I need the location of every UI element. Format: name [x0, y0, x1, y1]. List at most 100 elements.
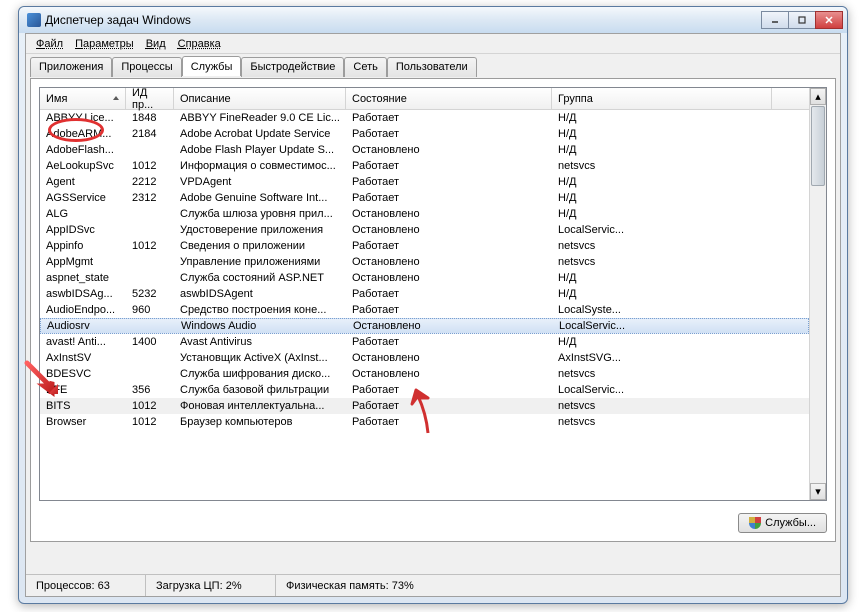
cell-state: Работает	[346, 288, 552, 300]
cell-desc: Служба шифрования диско...	[174, 368, 346, 380]
col-header-state[interactable]: Состояние	[346, 88, 552, 109]
cell-state: Работает	[346, 112, 552, 124]
col-header-description[interactable]: Описание	[174, 88, 346, 109]
table-row[interactable]: ABBYY.Lice...1848ABBYY FineReader 9.0 CE…	[40, 110, 809, 126]
tab-1[interactable]: Процессы	[112, 57, 181, 77]
table-header: Имя ИД пр... Описание Состояние Группа	[40, 88, 826, 110]
menu-view[interactable]: Вид	[140, 36, 172, 52]
cell-group: netsvcs	[552, 240, 772, 252]
cell-name: aspnet_state	[40, 272, 126, 284]
vertical-scrollbar[interactable]: ▴ ▾	[809, 88, 826, 500]
cell-state: Работает	[346, 192, 552, 204]
cell-pid: 5232	[126, 288, 174, 300]
tab-3[interactable]: Быстродействие	[241, 57, 344, 77]
cell-state: Работает	[346, 176, 552, 188]
tab-4[interactable]: Сеть	[344, 57, 386, 77]
cell-group: Н/Д	[552, 144, 772, 156]
maximize-button[interactable]	[788, 11, 816, 29]
cell-desc: Управление приложениями	[174, 256, 346, 268]
close-button[interactable]	[815, 11, 843, 29]
cell-name: Appinfo	[40, 240, 126, 252]
col-header-name[interactable]: Имя	[40, 88, 126, 109]
cell-state: Остановлено	[346, 272, 552, 284]
cell-group: Н/Д	[552, 288, 772, 300]
cell-state: Остановлено	[346, 144, 552, 156]
tab-2[interactable]: Службы	[182, 56, 242, 76]
cell-group: Н/Д	[552, 208, 772, 220]
table-row[interactable]: AGSService2312Adobe Genuine Software Int…	[40, 190, 809, 206]
cell-group: Н/Д	[552, 176, 772, 188]
cell-state: Работает	[346, 128, 552, 140]
table-row[interactable]: AdobeARM...2184Adobe Acrobat Update Serv…	[40, 126, 809, 142]
menu-file[interactable]: Файл	[30, 36, 69, 52]
table-row[interactable]: AxInstSVУстановщик ActiveX (AxInst...Ост…	[40, 350, 809, 366]
cell-desc: Adobe Flash Player Update S...	[174, 144, 346, 156]
app-icon	[27, 13, 41, 27]
cell-name: aswbIDSAg...	[40, 288, 126, 300]
cell-desc: Avast Antivirus	[174, 336, 346, 348]
cell-state: Работает	[346, 304, 552, 316]
cell-name: BDESVC	[40, 368, 126, 380]
table-row[interactable]: aswbIDSAg...5232aswbIDSAgentРаботаетН/Д	[40, 286, 809, 302]
cell-name: AxInstSV	[40, 352, 126, 364]
titlebar: Диспетчер задач Windows	[19, 7, 847, 33]
cell-pid: 960	[126, 304, 174, 316]
cell-group: netsvcs	[552, 256, 772, 268]
cell-group: LocalSyste...	[552, 304, 772, 316]
minimize-button[interactable]	[761, 11, 789, 29]
table-row[interactable]: AppIDSvcУдостоверение приложенияОстановл…	[40, 222, 809, 238]
cell-desc: Фоновая интеллектуальна...	[174, 400, 346, 412]
cell-desc: Adobe Acrobat Update Service	[174, 128, 346, 140]
cell-state: Работает	[346, 240, 552, 252]
status-memory: Физическая память: 73%	[276, 575, 840, 596]
col-header-pid[interactable]: ИД пр...	[126, 88, 174, 109]
menu-help[interactable]: Справка	[172, 36, 227, 52]
table-row[interactable]: AudiosrvWindows AudioОстановленоLocalSer…	[40, 318, 809, 334]
table-row[interactable]: AdobeFlash...Adobe Flash Player Update S…	[40, 142, 809, 158]
cell-desc: Сведения о приложении	[174, 240, 346, 252]
cell-name: AeLookupSvc	[40, 160, 126, 172]
tab-content: Имя ИД пр... Описание Состояние Группа A…	[30, 78, 836, 542]
menu-options[interactable]: Параметры	[69, 36, 140, 52]
table-row[interactable]: Browser1012Браузер компьютеровРаботаетne…	[40, 414, 809, 430]
table-body: ABBYY.Lice...1848ABBYY FineReader 9.0 CE…	[40, 110, 809, 500]
scroll-up-button[interactable]: ▴	[810, 88, 826, 105]
cell-desc: ABBYY FineReader 9.0 CE Lic...	[174, 112, 346, 124]
cell-name: AudioEndpo...	[40, 304, 126, 316]
table-row[interactable]: AudioEndpo...960Средство построения коне…	[40, 302, 809, 318]
tab-0[interactable]: Приложения	[30, 57, 112, 77]
cell-group: Н/Д	[552, 112, 772, 124]
cell-group: Н/Д	[552, 128, 772, 140]
cell-desc: Браузер компьютеров	[174, 416, 346, 428]
table-row[interactable]: Appinfo1012Сведения о приложенииРаботает…	[40, 238, 809, 254]
table-row[interactable]: BDESVCСлужба шифрования диско...Остановл…	[40, 366, 809, 382]
shield-icon	[749, 517, 761, 529]
table-row[interactable]: aspnet_stateСлужба состояний ASP.NETОста…	[40, 270, 809, 286]
table-row[interactable]: BITS1012Фоновая интеллектуальна...Работа…	[40, 398, 809, 414]
cell-desc: Средство построения коне...	[174, 304, 346, 316]
cell-desc: Удостоверение приложения	[174, 224, 346, 236]
table-row[interactable]: ALGСлужба шлюза уровня прил...Остановлен…	[40, 206, 809, 222]
scroll-down-button[interactable]: ▾	[810, 483, 826, 500]
cell-state: Работает	[346, 384, 552, 396]
scroll-thumb[interactable]	[811, 106, 825, 186]
cell-pid: 1012	[126, 416, 174, 428]
services-button[interactable]: Службы...	[738, 513, 827, 533]
cell-group: Н/Д	[552, 336, 772, 348]
col-header-group[interactable]: Группа	[552, 88, 772, 109]
tab-strip: ПриложенияПроцессыСлужбыБыстродействиеСе…	[26, 54, 840, 76]
window-title: Диспетчер задач Windows	[45, 13, 762, 27]
cell-pid: 1400	[126, 336, 174, 348]
cell-desc: Windows Audio	[175, 320, 347, 332]
table-row[interactable]: avast! Anti...1400Avast AntivirusРаботае…	[40, 334, 809, 350]
table-row[interactable]: AeLookupSvc1012Информация о совместимос.…	[40, 158, 809, 174]
cell-group: Н/Д	[552, 272, 772, 284]
table-row[interactable]: AppMgmtУправление приложениямиОстановлен…	[40, 254, 809, 270]
cell-state: Остановлено	[346, 208, 552, 220]
tab-5[interactable]: Пользователи	[387, 57, 477, 77]
table-row[interactable]: BFE356Служба базовой фильтрацииРаботаетL…	[40, 382, 809, 398]
services-button-label: Службы...	[765, 517, 816, 529]
cell-group: AxInstSVG...	[552, 352, 772, 364]
cell-state: Работает	[346, 160, 552, 172]
table-row[interactable]: Agent2212VPDAgentРаботаетН/Д	[40, 174, 809, 190]
